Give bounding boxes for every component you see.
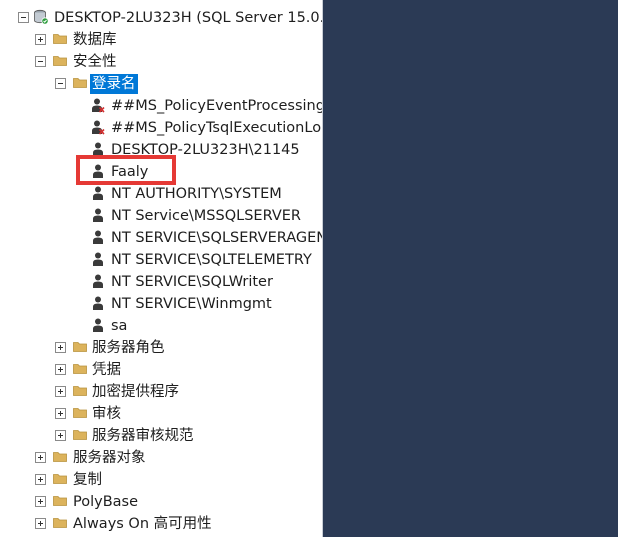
user-icon [93,230,103,244]
folder-icon [73,408,87,418]
expand-toggle[interactable] [55,408,66,419]
folder-label: 凭据 [92,362,121,378]
tree-node-databases[interactable]: 数据库 [0,29,322,51]
login-item[interactable]: ##MS_PolicyTsqlExecutionLo [0,117,322,139]
user-icon [93,252,103,266]
user-icon [93,274,103,288]
folder-label: 服务器审核规范 [92,428,194,444]
folder-icon [53,496,67,506]
expand-toggle[interactable] [35,496,46,507]
collapse-toggle-security[interactable] [35,56,46,67]
login-item[interactable]: DESKTOP-2LU323H\21145 [0,139,322,161]
tree-node-always-on[interactable]: Always On 高可用性 [0,513,322,535]
security-label: 安全性 [73,54,117,70]
user-icon [93,186,103,200]
collapse-toggle-server[interactable] [18,12,29,23]
tree-node-polybase[interactable]: PolyBase [0,491,322,513]
folder-icon [73,430,87,440]
login-item[interactable]: NT AUTHORITY\SYSTEM [0,183,322,205]
server-icon [34,9,49,25]
login-item[interactable]: sa [0,315,322,337]
folder-icon [53,452,67,462]
expand-toggle-databases[interactable] [35,34,46,45]
login-item[interactable]: NT SERVICE\Winmgmt [0,293,322,315]
expand-toggle[interactable] [55,364,66,375]
disabled-user-icon [92,120,105,135]
login-label: NT AUTHORITY\SYSTEM [111,186,282,202]
tree-node-server[interactable]: DESKTOP-2LU323H (SQL Server 15.0. [0,7,322,29]
user-icon [93,142,103,156]
login-label: ##MS_PolicyTsqlExecutionLo [111,120,322,136]
tree-node-server-audit-specs[interactable]: 服务器审核规范 [0,425,322,447]
panel-divider [322,0,323,537]
expand-toggle[interactable] [35,452,46,463]
login-label: NT SERVICE\Winmgmt [111,296,272,312]
folder-label: PolyBase [73,494,139,510]
login-label: DESKTOP-2LU323H\21145 [111,142,300,158]
user-icon [93,164,103,178]
folder-icon [73,78,87,88]
expand-toggle[interactable] [55,430,66,441]
login-label: NT Service\MSSQLSERVER [111,208,302,224]
folder-label: 服务器角色 [92,340,165,356]
login-label: NT SERVICE\SQLSERVERAGEN [111,230,322,246]
user-icon [93,208,103,222]
folder-icon [73,386,87,396]
folder-label: Always On 高可用性 [73,516,212,532]
folder-icon [73,364,87,374]
login-item[interactable]: NT SERVICE\SQLTELEMETRY [0,249,322,271]
expand-toggle[interactable] [55,342,66,353]
server-label: DESKTOP-2LU323H (SQL Server 15.0. [54,10,322,26]
folder-icon [53,474,67,484]
login-item[interactable]: ##MS_PolicyEventProcessing [0,95,322,117]
tree-node-security[interactable]: 安全性 [0,51,322,73]
tree-node-audits[interactable]: 审核 [0,403,322,425]
folder-icon [53,34,67,44]
folder-label: 复制 [73,472,102,488]
tree-node-credentials[interactable]: 凭据 [0,359,322,381]
folder-label: 审核 [92,406,121,422]
expand-toggle[interactable] [35,518,46,529]
tree-node-logins[interactable]: 登录名 [0,73,322,95]
tree-node-server-objects[interactable]: 服务器对象 [0,447,322,469]
user-icon [93,318,103,332]
user-icon [93,296,103,310]
login-item[interactable]: NT SERVICE\SQLWriter [0,271,322,293]
login-label: Faaly [111,164,149,180]
login-item-faaly[interactable]: Faaly [0,161,322,183]
tree-node-server-roles[interactable]: 服务器角色 [0,337,322,359]
tree-node-crypto-providers[interactable]: 加密提供程序 [0,381,322,403]
login-label: NT SERVICE\SQLWriter [111,274,273,290]
folder-label: 加密提供程序 [92,384,179,400]
folder-label: 服务器对象 [73,450,146,466]
collapse-toggle-logins[interactable] [55,78,66,89]
expand-toggle[interactable] [35,474,46,485]
expand-toggle[interactable] [55,386,66,397]
tree-node-replication[interactable]: 复制 [0,469,322,491]
login-label: ##MS_PolicyEventProcessing [111,98,322,114]
folder-icon [53,56,67,66]
login-item[interactable]: NT Service\MSSQLSERVER [0,205,322,227]
login-label: NT SERVICE\SQLTELEMETRY [111,252,312,268]
folder-icon [53,518,67,528]
object-explorer-tree: DESKTOP-2LU323H (SQL Server 15.0. 数据库 安全… [0,7,322,535]
disabled-user-icon [92,98,105,113]
login-label: sa [111,318,128,334]
object-explorer-panel: DESKTOP-2LU323H (SQL Server 15.0. 数据库 安全… [0,0,322,537]
logins-label: 登录名 [90,74,138,94]
folder-icon [73,342,87,352]
login-item[interactable]: NT SERVICE\SQLSERVERAGEN [0,227,322,249]
databases-label: 数据库 [73,32,117,48]
